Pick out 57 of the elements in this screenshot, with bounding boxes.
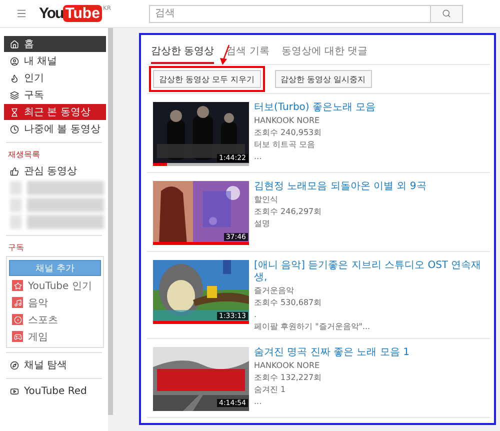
- nav-item[interactable]: 내 채널: [4, 53, 106, 69]
- playlist-item[interactable]: 관심 동영상: [4, 163, 106, 179]
- tab[interactable]: 검색 기록: [226, 42, 270, 64]
- nav-item[interactable]: 나중에 볼 동영상: [4, 121, 106, 137]
- subscription-item[interactable]: YouTube 인기: [9, 278, 101, 293]
- menu-icon[interactable]: [16, 8, 27, 19]
- description: ...: [254, 151, 263, 162]
- subscription-item[interactable]: 음악: [9, 295, 101, 310]
- description: .: [254, 309, 258, 320]
- hourglass-icon: [10, 108, 19, 116]
- compass-icon: [10, 360, 19, 370]
- flame-icon: [10, 74, 19, 82]
- nav-item[interactable]: 최근 본 동영상: [4, 104, 106, 120]
- video-title[interactable]: 김현정 노래모음 되돌아온 이별 외 9곡: [254, 181, 426, 193]
- subscription-item[interactable]: 게임: [9, 329, 101, 344]
- channel-name[interactable]: 즐거운음악: [254, 285, 490, 296]
- ball-icon: [12, 314, 23, 325]
- nav-item[interactable]: 구독: [4, 87, 106, 103]
- description: ...: [254, 396, 263, 407]
- tab[interactable]: 감상한 동영상: [151, 42, 214, 64]
- user-icon: [10, 56, 19, 66]
- nav-item[interactable]: 홈: [4, 36, 106, 52]
- action-button[interactable]: 감상한 동영상 모두 지우기: [153, 70, 261, 88]
- view-count: 조회수 530,687회: [254, 297, 323, 308]
- search-field[interactable]: 검색: [149, 4, 432, 22]
- view-count: 조회수 132,227회: [254, 372, 323, 383]
- channel-name[interactable]: 할인식: [254, 194, 426, 205]
- section-heading: 재생목록: [7, 149, 41, 160]
- play-icon: [10, 386, 19, 396]
- search-button[interactable]: [431, 4, 464, 22]
- home-icon: [10, 40, 19, 48]
- thumbs-up-icon: [10, 166, 19, 176]
- tab[interactable]: 동영상에 대한 댓글: [281, 42, 368, 64]
- view-count: 조회수 240,953회: [254, 127, 323, 138]
- description: 터보 히트곡 모음: [254, 139, 316, 150]
- video-title[interactable]: [애니 음악] 듣기좋은 지브리 스튜디오 OST 연속재생,: [254, 260, 490, 284]
- description: 숨겨진 1: [254, 384, 287, 395]
- channel-name[interactable]: HANKOOK NORE: [254, 115, 376, 126]
- description: 페이팔 후원하기 "즐거운음악"...: [254, 321, 372, 332]
- nav-item[interactable]: 채널 탐색: [4, 357, 106, 373]
- channel-name[interactable]: HANKOOK NORE: [254, 360, 410, 371]
- search-icon: [442, 9, 452, 18]
- video-title[interactable]: 터보(Turbo) 좋은노래 모음: [254, 102, 376, 114]
- layers-icon: [10, 90, 19, 100]
- subscription-item[interactable]: 스포츠: [9, 312, 101, 327]
- video-title[interactable]: 숨겨진 명곡 진짜 좋은 노래 모음 1: [254, 347, 410, 359]
- clock-icon: [10, 124, 19, 134]
- star-icon: [12, 280, 23, 291]
- scrollbar[interactable]: [108, 28, 113, 415]
- action-button[interactable]: 감상한 동영상 일시중지: [274, 70, 372, 88]
- view-count: 조회수 246,297회: [254, 206, 323, 217]
- nav-item[interactable]: YouTube Red: [4, 383, 106, 399]
- music-note-icon: [12, 297, 23, 308]
- description: 설명: [254, 218, 271, 229]
- nav-item[interactable]: 인기: [4, 70, 106, 86]
- gamepad-icon: [12, 331, 23, 342]
- section-heading: 구독: [7, 242, 25, 253]
